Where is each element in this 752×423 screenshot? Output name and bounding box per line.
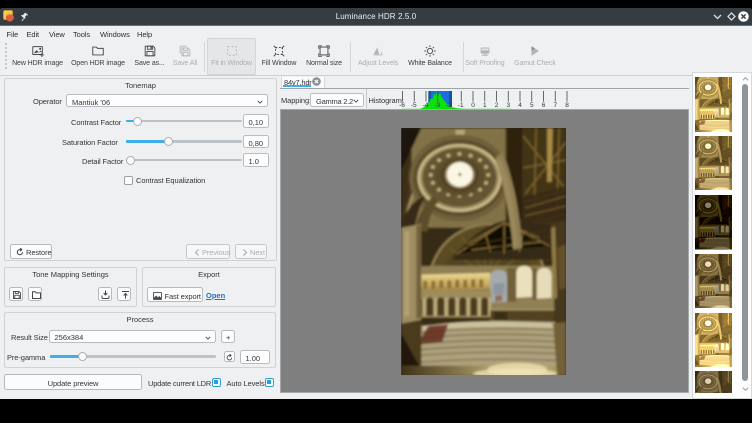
svg-text:4: 4 [518,102,522,109]
svg-text:-4: -4 [423,102,429,109]
svg-text:5: 5 [530,102,534,109]
svg-text:-3: -3 [434,102,440,109]
svg-text:-5: -5 [411,102,417,109]
svg-text:-6: -6 [399,102,405,109]
svg-text:7: 7 [553,102,557,109]
svg-text:0: 0 [471,102,475,109]
svg-text:3: 3 [506,102,510,109]
svg-text:8: 8 [565,102,569,109]
svg-text:2: 2 [495,102,499,109]
svg-text:1: 1 [483,102,487,109]
svg-text:-1: -1 [458,102,464,109]
svg-text:6: 6 [542,102,546,109]
svg-text:-2: -2 [446,102,452,109]
